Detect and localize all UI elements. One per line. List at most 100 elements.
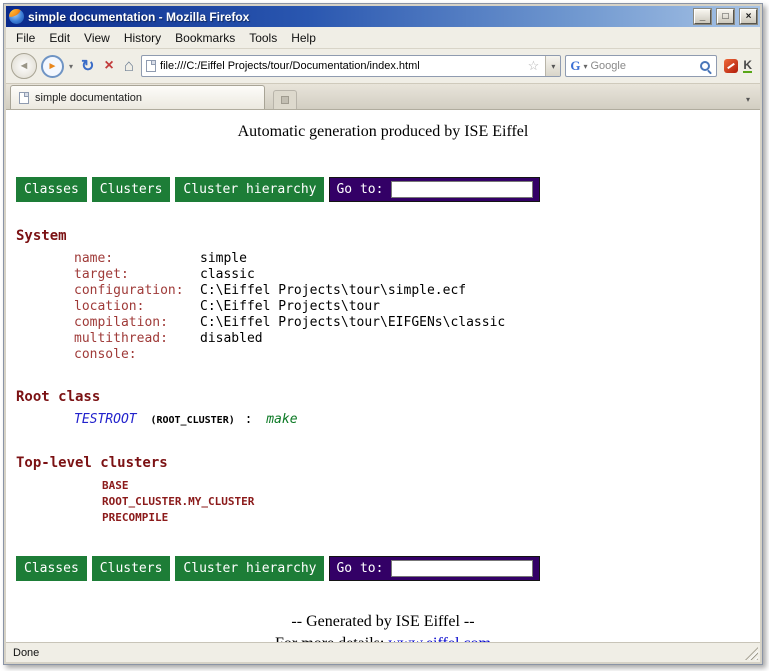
top-clusters-heading: Top-level clusters [16,455,760,471]
system-row: name:simple [74,251,760,267]
system-row-label: configuration: [74,283,200,299]
tab-favicon-icon [19,92,29,104]
tab-label: simple documentation [35,92,142,104]
system-row-value: C:\Eiffel Projects\tour [200,299,380,314]
forward-button[interactable]: ► [41,55,64,78]
clusters-button[interactable]: Clusters [92,556,171,581]
firefox-icon [9,9,24,24]
system-row: multithread:disabled [74,331,760,347]
navigation-toolbar: ◄ ► ▾ ↻ × ⌂ ☆ ▾ G ▾ K [6,49,760,84]
generated-by-text: -- Generated by ISE Eiffel -- [6,613,760,631]
page-title: Automatic generation produced by ISE Eif… [6,123,760,141]
system-row: configuration:C:\Eiffel Projects\tour\si… [74,283,760,299]
goto-box: Go to: [329,556,540,581]
root-cluster-ref[interactable]: (ROOT_CLUSTER) [150,415,234,426]
addon-icon-red[interactable] [724,59,738,73]
title-bar: simple documentation - Mozilla Firefox _… [6,6,760,27]
new-tab-button[interactable] [273,90,297,109]
status-text: Done [13,647,39,659]
goto-label: Go to: [336,182,383,197]
bookmark-star-icon[interactable]: ☆ [526,58,542,74]
goto-label: Go to: [336,561,383,576]
menu-bar: File Edit View History Bookmarks Tools H… [6,27,760,49]
urlbar-dropdown-button[interactable]: ▾ [545,56,560,76]
cluster-hierarchy-button[interactable]: Cluster hierarchy [175,177,324,202]
menu-help[interactable]: Help [284,28,323,48]
back-arrow-icon: ◄ [19,60,30,72]
status-bar: Done [6,642,760,662]
menu-file[interactable]: File [9,28,42,48]
system-row: target:classic [74,267,760,283]
classes-button[interactable]: Classes [16,177,87,202]
stop-button[interactable]: × [101,57,116,75]
system-row: console: [74,347,760,363]
search-bar[interactable]: G ▾ [565,55,717,77]
history-dropdown-button[interactable]: ▾ [68,62,74,71]
cluster-item[interactable]: BASE [102,478,760,494]
eiffel-link[interactable]: www.eiffel.com [388,635,491,642]
system-row-label: multithread: [74,331,200,347]
url-input[interactable] [160,60,522,72]
system-rows: name:simple target:classic configuration… [74,251,760,363]
menu-bookmarks[interactable]: Bookmarks [168,28,242,48]
system-heading: System [16,228,760,244]
resize-grip[interactable] [745,647,758,660]
back-button[interactable]: ◄ [11,53,37,79]
maximize-button[interactable]: □ [717,9,734,24]
system-row-value: classic [200,267,255,282]
forward-arrow-icon: ► [48,61,58,72]
goto-input[interactable] [391,560,533,577]
system-row-value: C:\Eiffel Projects\tour\simple.ecf [200,283,466,298]
creation-procedure-link[interactable]: make [266,412,297,427]
new-tab-icon [281,96,289,104]
root-class-link[interactable]: TESTROOT [74,412,137,427]
addon-icons: K [721,59,755,73]
classes-button[interactable]: Classes [16,556,87,581]
home-button[interactable]: ⌂ [121,56,137,76]
tab-bar: simple documentation ▾ [6,84,760,110]
addon-icon-k[interactable]: K [743,60,752,73]
list-all-tabs-button[interactable]: ▾ [740,89,756,109]
doc-navbar-bottom: Classes Clusters Cluster hierarchy Go to… [16,556,760,581]
cluster-hierarchy-button[interactable]: Cluster hierarchy [175,556,324,581]
system-row-label: target: [74,267,200,283]
menu-history[interactable]: History [117,28,168,48]
system-row-value: C:\Eiffel Projects\tour\EIFGENs\classic [200,315,505,330]
top-clusters-list: BASE ROOT_CLUSTER.MY_CLUSTER PRECOMPILE [102,478,760,526]
system-row-value: disabled [200,331,263,346]
menu-view[interactable]: View [77,28,117,48]
menu-tools[interactable]: Tools [242,28,284,48]
root-class-separator: : [245,412,253,427]
system-row-label: console: [74,347,200,363]
cluster-item[interactable]: ROOT_CLUSTER.MY_CLUSTER [102,494,760,510]
browser-window: simple documentation - Mozilla Firefox _… [3,3,763,665]
goto-input[interactable] [391,181,533,198]
system-row-label: compilation: [74,315,200,331]
window-title: simple documentation - Mozilla Firefox [28,10,688,24]
doc-navbar-top: Classes Clusters Cluster hierarchy Go to… [16,177,760,202]
close-button[interactable]: × [740,9,757,24]
magnifier-icon[interactable] [699,60,712,73]
system-row: compilation:C:\Eiffel Projects\tour\EIFG… [74,315,760,331]
system-row-label: name: [74,251,200,267]
system-row: location:C:\Eiffel Projects\tour [74,299,760,315]
menu-edit[interactable]: Edit [42,28,77,48]
search-input[interactable] [590,60,696,72]
minimize-button[interactable]: _ [694,9,711,24]
system-row-label: location: [74,299,200,315]
root-class-line: TESTROOT (ROOT_CLUSTER) : make [74,412,760,429]
goto-box: Go to: [329,177,540,202]
system-row-value: simple [200,251,247,266]
details-prefix: For more details: [275,635,388,642]
reload-button[interactable]: ↻ [78,56,97,76]
page-content: Automatic generation produced by ISE Eif… [6,110,760,642]
search-engine-icon[interactable]: G [570,58,580,74]
page-favicon-icon [146,60,156,72]
location-bar[interactable]: ☆ ▾ [141,55,561,77]
search-engine-dropdown[interactable]: ▾ [583,62,587,71]
root-class-heading: Root class [16,389,760,405]
clusters-button[interactable]: Clusters [92,177,171,202]
cluster-item[interactable]: PRECOMPILE [102,510,760,526]
tab-simple-documentation[interactable]: simple documentation [10,85,265,109]
details-line: For more details: www.eiffel.com [6,635,760,642]
